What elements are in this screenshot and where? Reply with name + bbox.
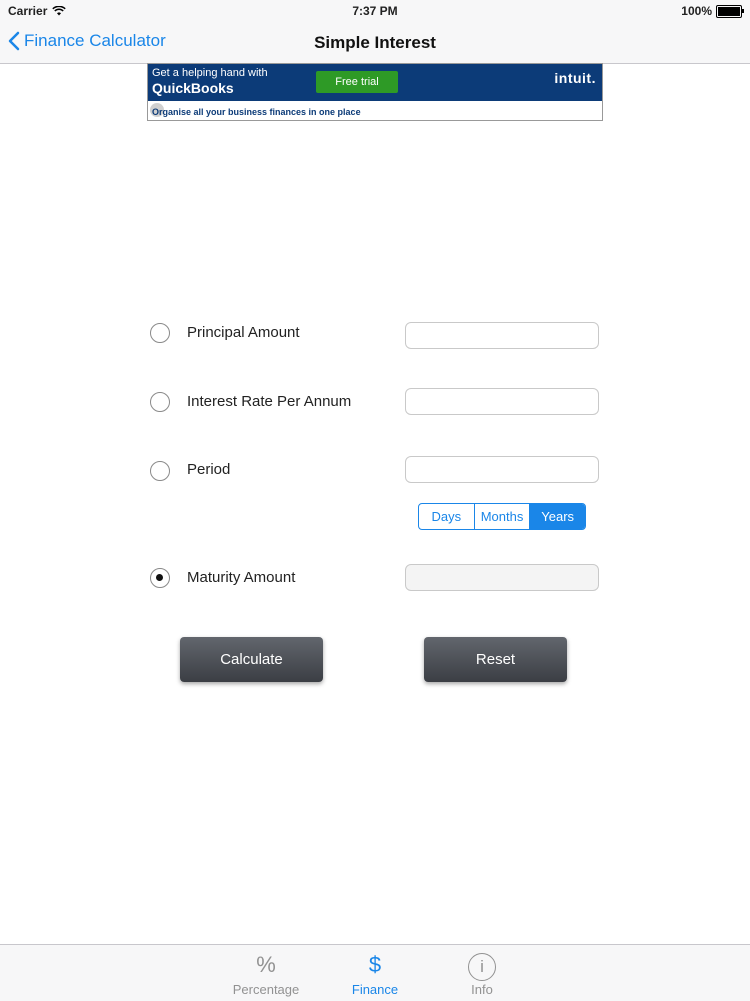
- principal-amount-input[interactable]: [405, 322, 599, 349]
- tab-info[interactable]: i Info: [437, 953, 527, 997]
- label-maturity-amount: Maturity Amount: [187, 569, 296, 586]
- segment-months[interactable]: Months: [475, 504, 531, 529]
- maturity-amount-input: [405, 564, 599, 591]
- label-interest-rate: Interest Rate Per Annum: [187, 393, 352, 410]
- radio-interest-rate[interactable]: [150, 392, 170, 412]
- segment-days[interactable]: Days: [419, 504, 475, 529]
- period-unit-segmented-control: Days Months Years: [418, 503, 586, 530]
- tab-info-label: Info: [471, 982, 493, 997]
- interest-rate-input[interactable]: [405, 388, 599, 415]
- label-period: Period: [187, 461, 231, 478]
- navigation-bar: Finance Calculator Simple Interest: [0, 22, 750, 64]
- tab-finance[interactable]: $ Finance: [330, 952, 420, 998]
- battery-group: 100%: [681, 4, 744, 18]
- info-icon-wrapper: i: [437, 953, 527, 981]
- segment-years[interactable]: Years: [530, 504, 585, 529]
- battery-icon: [716, 4, 744, 18]
- radio-maturity-amount[interactable]: [150, 568, 170, 588]
- ad-banner[interactable]: Get a helping hand with QuickBooks Free …: [147, 63, 603, 121]
- label-principal-amount: Principal Amount: [187, 324, 300, 341]
- ad-subtext: Organise all your business finances in o…: [152, 107, 361, 117]
- ad-banner-header: Get a helping hand with QuickBooks Free …: [148, 64, 602, 101]
- radio-period[interactable]: [150, 461, 170, 481]
- info-icon: i: [468, 953, 496, 981]
- tab-percentage[interactable]: % Percentage: [221, 952, 311, 998]
- tab-bar: % Percentage $ Finance i Info: [0, 944, 750, 1001]
- ad-logo: intuit.: [554, 70, 596, 86]
- status-bar: Carrier 7:37 PM 100%: [0, 0, 750, 22]
- status-time: 7:37 PM: [352, 4, 398, 18]
- reset-button[interactable]: Reset: [424, 637, 567, 682]
- page-title: Simple Interest: [314, 33, 436, 52]
- dollar-icon: $: [368, 952, 382, 977]
- percent-icon: %: [256, 952, 276, 977]
- calculate-button[interactable]: Calculate: [180, 637, 323, 682]
- tab-percentage-label: Percentage: [232, 982, 300, 997]
- tab-finance-label: Finance: [351, 982, 399, 997]
- ad-brand: QuickBooks: [152, 80, 234, 96]
- ad-free-trial-button[interactable]: Free trial: [316, 71, 398, 93]
- ad-tagline: Get a helping hand with: [152, 67, 268, 79]
- radio-selected-dot: [156, 574, 163, 581]
- period-input[interactable]: [405, 456, 599, 483]
- radio-principal-amount[interactable]: [150, 323, 170, 343]
- battery-percent: 100%: [681, 4, 712, 18]
